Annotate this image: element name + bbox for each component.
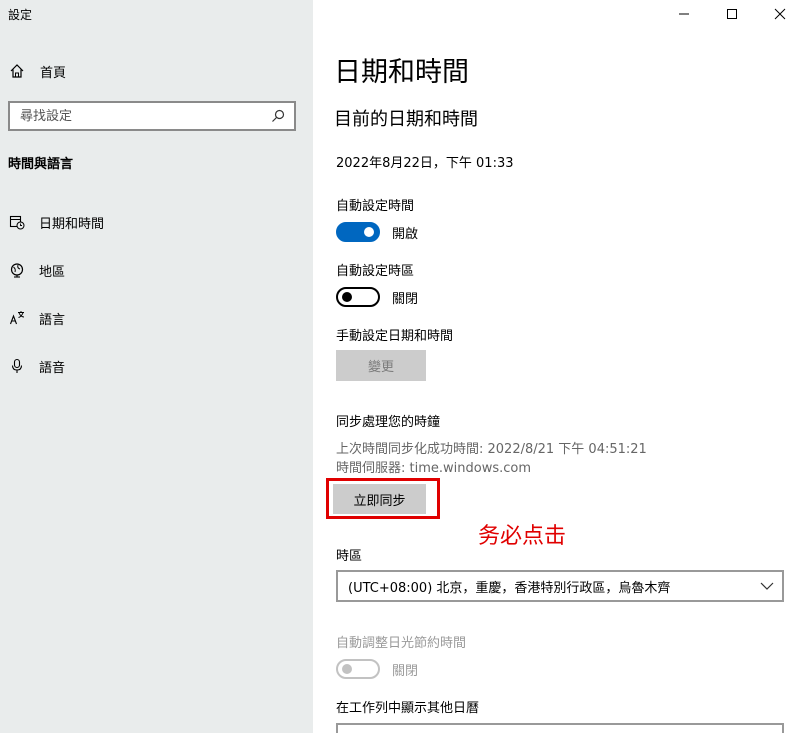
section-title: 時間與語言	[8, 157, 74, 172]
search-box[interactable]	[8, 101, 296, 131]
auto-timezone-label: 自動設定時區	[336, 264, 415, 279]
sidebar-item-speech[interactable]: 語音	[8, 354, 298, 378]
sidebar-item-label: 語言	[39, 312, 66, 328]
minimize-icon	[678, 5, 690, 24]
manual-datetime-label: 手動設定日期和時間	[336, 329, 454, 344]
timezone-label: 時區	[336, 549, 363, 564]
microphone-icon	[8, 357, 26, 375]
timezone-value: (UTC+08:00) 北京，重慶，香港特別行政區，烏魯木齊	[348, 580, 671, 596]
sidebar-item-label: 地區	[39, 264, 66, 280]
close-button[interactable]	[756, 0, 804, 28]
toggle-knob	[342, 292, 352, 302]
calendar-select[interactable]	[336, 723, 784, 733]
sidebar: 設定 首頁 時間與語言 日期和時間 地區 語言 語音	[0, 0, 313, 733]
toggle-knob	[364, 227, 374, 237]
window-controls	[660, 0, 804, 28]
chevron-down-icon	[760, 579, 774, 597]
search-icon[interactable]	[270, 108, 286, 124]
dst-label: 自動調整日光節約時間	[336, 636, 467, 651]
sidebar-item-label: 日期和時間	[39, 216, 105, 232]
home-icon	[8, 62, 26, 80]
last-sync-text: 上次時間同步化成功時間: 2022/8/21 下午 04:51:21	[336, 442, 647, 457]
auto-timezone-state: 關閉	[392, 291, 419, 307]
sidebar-item-label: 語音	[39, 360, 66, 376]
language-icon	[8, 309, 26, 327]
sidebar-item-date-time[interactable]: 日期和時間	[8, 210, 298, 234]
sidebar-item-home[interactable]: 首頁	[8, 60, 298, 82]
maximize-icon	[726, 5, 738, 24]
auto-timezone-toggle[interactable]	[336, 287, 380, 307]
maximize-button[interactable]	[708, 0, 756, 28]
globe-icon	[8, 261, 26, 279]
auto-time-row: 開啟	[336, 221, 418, 243]
dst-row: 關閉	[336, 658, 418, 680]
time-server-text: 時間伺服器: time.windows.com	[336, 461, 532, 476]
toggle-knob	[342, 664, 352, 674]
current-datetime: 2022年8月22日，下午 01:33	[336, 156, 514, 171]
app-title: 設定	[8, 8, 33, 22]
close-icon	[774, 5, 786, 24]
page-title: 日期和時間	[334, 57, 469, 88]
dst-state: 關閉	[392, 663, 419, 679]
annotation-text: 务必点击	[478, 524, 567, 549]
auto-time-state: 開啟	[392, 226, 419, 242]
auto-time-toggle[interactable]	[336, 222, 380, 242]
search-input[interactable]	[10, 108, 260, 124]
dst-toggle[interactable]	[336, 659, 380, 679]
auto-time-label: 自動設定時間	[336, 199, 415, 214]
auto-timezone-row: 關閉	[336, 286, 418, 308]
timezone-select[interactable]: (UTC+08:00) 北京，重慶，香港特別行政區，烏魯木齊	[336, 570, 784, 602]
main-panel: 日期和時間 目前的日期和時間 2022年8月22日，下午 01:33 自動設定時…	[313, 0, 804, 733]
calendar-clock-icon	[8, 213, 26, 231]
sidebar-item-label: 首頁	[40, 65, 67, 81]
sidebar-item-language[interactable]: 語言	[8, 306, 298, 330]
calendar-label: 在工作列中顯示其他日曆	[336, 701, 480, 716]
change-button[interactable]: 變更	[336, 350, 426, 381]
minimize-button[interactable]	[660, 0, 708, 28]
sync-clock-label: 同步處理您的時鐘	[336, 415, 441, 430]
highlight-box	[326, 478, 440, 519]
section-heading: 目前的日期和時間	[334, 109, 478, 130]
sidebar-item-region[interactable]: 地區	[8, 258, 298, 282]
